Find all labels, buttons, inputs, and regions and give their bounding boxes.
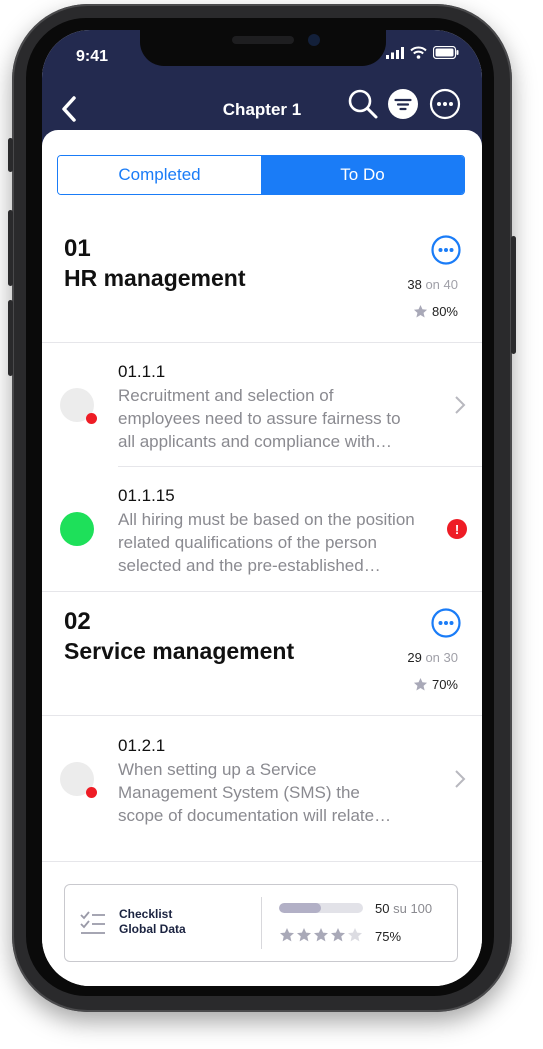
- item-text-line: All hiring must be based on the position: [118, 510, 415, 529]
- star-empty-icon: [348, 928, 362, 942]
- item-text-line: Management System (SMS) the: [118, 783, 360, 802]
- signal-icon: [386, 46, 404, 59]
- checklist-global-card[interactable]: Checklist Global Data 50 su 100 75%: [64, 884, 458, 962]
- section-rating: 80%: [413, 304, 458, 319]
- star-icon: [413, 304, 428, 318]
- star-rating: [279, 927, 363, 943]
- star-filled-icon: [331, 928, 345, 942]
- rating-value: 80%: [431, 304, 458, 319]
- item-text-line: Recruitment and selection of: [118, 386, 334, 405]
- star-filled-icon: [280, 928, 294, 942]
- star-filled-icon: [314, 928, 328, 942]
- checklist-label: Checklist Global Data: [119, 907, 186, 937]
- star-filled-icon: [297, 928, 311, 942]
- item-code: 01.1.1: [118, 362, 166, 381]
- footer-separator: [261, 897, 262, 949]
- front-camera: [308, 34, 320, 46]
- item-text-line: selected and the pre-established…: [118, 556, 381, 575]
- item-description: All hiring must be based on the position…: [118, 508, 438, 577]
- wifi-icon: [410, 46, 427, 59]
- tab-completed[interactable]: Completed: [58, 156, 261, 194]
- more-horizontal-icon[interactable]: [429, 88, 461, 120]
- total-count: 40: [443, 277, 458, 292]
- section-number: 02: [64, 608, 91, 635]
- total-count: 30: [443, 650, 458, 665]
- done-count: 29: [407, 650, 422, 665]
- status-time: 9:41: [76, 48, 109, 65]
- footer-divider: [42, 861, 482, 862]
- power-button: [511, 236, 516, 354]
- notification-dot: [86, 413, 97, 424]
- item-code: 01.1.15: [118, 486, 175, 505]
- item-text-line: scope of documentation will relate…: [118, 806, 392, 825]
- notification-dot: [86, 787, 97, 798]
- item-description: Recruitment and selection of employees n…: [118, 384, 438, 453]
- notch: [140, 30, 386, 66]
- alert-icon[interactable]: !: [447, 519, 467, 539]
- section-rating: 70%: [413, 677, 458, 692]
- section-progress-count: 38 on 40: [407, 277, 458, 292]
- rating-value: 70%: [431, 677, 458, 692]
- section-title: HR management: [64, 265, 246, 291]
- checklist-label-line: Global Data: [119, 922, 186, 936]
- on-label: on: [425, 277, 440, 292]
- chevron-right-icon[interactable]: [454, 395, 466, 415]
- section-number: 01: [64, 235, 91, 262]
- checklist-label-line: Checklist: [119, 907, 173, 921]
- segmented-control: Completed To Do: [57, 155, 465, 195]
- status-indicator-complete: [60, 512, 94, 546]
- on-label: on: [425, 650, 440, 665]
- item-text-line: When setting up a Service: [118, 760, 317, 779]
- speaker-grille: [232, 36, 294, 44]
- filter-icon[interactable]: [387, 88, 419, 120]
- volume-down-button: [8, 300, 13, 376]
- more-options-icon[interactable]: [431, 235, 461, 265]
- mute-switch: [8, 138, 13, 172]
- search-icon[interactable]: [347, 88, 379, 120]
- star-icon: [413, 677, 428, 691]
- phone-screen: 9:41 Chapter 1 Completed To Do 01 HR man…: [42, 30, 482, 986]
- section-divider: [42, 715, 482, 716]
- section-title: Service management: [64, 638, 295, 664]
- item-text-line: employees need to assure fairness to: [118, 409, 401, 428]
- chevron-right-icon[interactable]: [454, 769, 466, 789]
- section-divider: [42, 591, 482, 592]
- item-code: 01.2.1: [118, 736, 166, 755]
- more-options-icon[interactable]: [431, 608, 461, 638]
- global-progress-count: 50 su 100: [375, 901, 432, 916]
- global-rating-value: 75%: [375, 929, 402, 944]
- item-text-line: all applicants and compliance with…: [118, 432, 393, 451]
- item-divider: [118, 466, 482, 467]
- su-label: su: [393, 901, 407, 916]
- item-description: When setting up a Service Management Sys…: [118, 758, 438, 827]
- status-icons: [386, 46, 459, 59]
- volume-up-button: [8, 210, 13, 286]
- checklist-icon: [80, 911, 105, 934]
- content-panel: Completed To Do 01 HR management 38 on 4…: [42, 130, 482, 986]
- item-text-line: related qualifications of the person: [118, 533, 377, 552]
- done-count: 50: [375, 901, 390, 916]
- section-divider: [42, 342, 482, 343]
- global-progress-fill: [279, 903, 321, 913]
- done-count: 38: [407, 277, 422, 292]
- global-progress-bar: [279, 903, 363, 913]
- section-progress-count: 29 on 30: [407, 650, 458, 665]
- battery-icon: [433, 46, 459, 59]
- tab-to-do[interactable]: To Do: [261, 156, 464, 194]
- total-count: 100: [410, 901, 433, 916]
